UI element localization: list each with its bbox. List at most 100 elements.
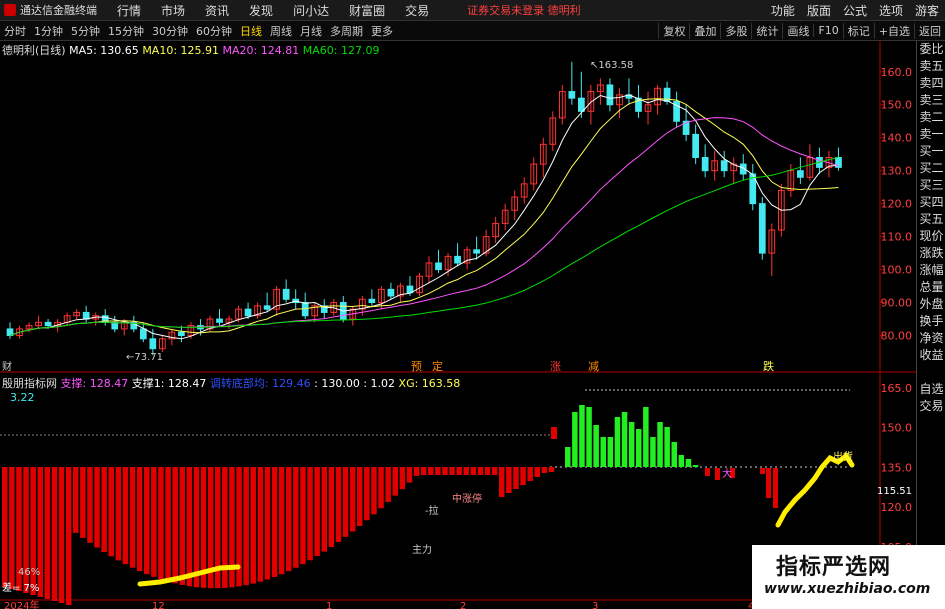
red-bar [349, 467, 356, 532]
red-bar [399, 467, 406, 490]
red-bar [314, 467, 320, 557]
red-bar-small [705, 468, 710, 476]
panel-earnings[interactable]: 收益 [917, 347, 945, 364]
red-bar-small [766, 468, 771, 498]
green-bar [685, 459, 692, 467]
ma20-line [9, 117, 839, 336]
candle-body [44, 321, 52, 327]
red-bar [193, 467, 200, 588]
date-label: 3 [592, 601, 598, 609]
panel-weibi[interactable]: 委比 [917, 41, 945, 58]
candle-body [368, 298, 376, 304]
panel-buy3[interactable]: 买三 [917, 177, 945, 194]
red-bar [264, 467, 271, 580]
green-bar [650, 437, 656, 467]
panel-zixuan[interactable]: 自选 [917, 381, 945, 398]
green-bar [593, 425, 599, 467]
panel-blank [917, 364, 945, 381]
signal-ding: 定 [432, 359, 443, 373]
red-bar [513, 467, 519, 489]
candle-body [758, 203, 766, 254]
panel-sell1[interactable]: 卖一 [917, 126, 945, 143]
red-bar [491, 467, 498, 475]
candle-body [473, 249, 480, 254]
red-bar [413, 467, 420, 476]
label-chuhuo: 出货 [833, 450, 853, 463]
label-la: -拉 [425, 504, 439, 517]
panel-sell4[interactable]: 卖四 [917, 75, 945, 92]
date-label: 1 [326, 601, 332, 609]
sub-y-label: 165.0 [881, 382, 913, 395]
ma20-value: MA20: 124.81 [222, 44, 300, 57]
panel-turnover[interactable]: 换手 [917, 313, 945, 330]
panel-outer[interactable]: 外盘 [917, 296, 945, 313]
indicator-label-3: 调转底部均: [209, 377, 269, 390]
red-bar [286, 467, 292, 572]
candle-body [216, 318, 223, 323]
green-bar [607, 437, 614, 467]
red-bar [293, 467, 299, 568]
red-bar [271, 467, 278, 578]
signal-die: 跌 [763, 359, 774, 373]
green-bar [692, 465, 699, 467]
label-zhongzhangting: 中涨停 [452, 492, 482, 505]
green-bar [678, 455, 685, 467]
panel-netasset[interactable]: 净资 [917, 330, 945, 347]
red-bar [428, 467, 434, 475]
xg-value: XG: 163.58 [398, 377, 461, 390]
red-bar [87, 467, 93, 543]
candle-body [606, 84, 614, 106]
date-label: 2 [460, 601, 466, 609]
panel-buy2[interactable]: 买二 [917, 160, 945, 177]
red-bar [420, 467, 427, 475]
green-bar [664, 427, 670, 467]
red-bar [136, 467, 143, 572]
panel-price[interactable]: 现价 [917, 228, 945, 245]
red-bar [484, 467, 491, 475]
panel-pct[interactable]: 涨幅 [917, 262, 945, 279]
red-bar [520, 467, 526, 485]
panel-volume[interactable]: 总量 [917, 279, 945, 296]
high-marker: ↖163.58 [590, 60, 633, 71]
red-bar-small [715, 468, 720, 480]
red-bar [477, 467, 484, 475]
panel-buy1[interactable]: 买一 [917, 143, 945, 160]
green-bar [565, 447, 571, 467]
ma5-value: MA5: 130.65 [69, 44, 139, 57]
red-bar [342, 467, 349, 537]
red-bar [58, 467, 65, 603]
indicator-value-5: : 1.02 [363, 377, 396, 390]
panel-change[interactable]: 涨跌 [917, 245, 945, 262]
red-bar [470, 467, 477, 475]
panel-sell5[interactable]: 卖五 [917, 58, 945, 75]
panel-buy4[interactable]: 买四 [917, 194, 945, 211]
watermark-url: www.xuezhibiao.com [764, 581, 931, 597]
watermark-title: 指标严选网 [776, 555, 892, 580]
panel-sell3[interactable]: 卖三 [917, 92, 945, 109]
panel-jiaoyi[interactable]: 交易 [917, 398, 945, 415]
red-bar [101, 467, 107, 553]
candle-body [178, 331, 185, 337]
red-bar [250, 467, 256, 584]
y-tick-label: 160.0 [881, 66, 913, 79]
red-bar [144, 467, 150, 575]
red-bar [73, 467, 79, 533]
kline-chart[interactable]: 160.0 150.0 140.0 130.0 120.0 110.0 100.0 90.00… [0, 0, 945, 609]
y-tick-label: 90.00 [881, 297, 913, 310]
green-bar [572, 412, 578, 467]
green-bar [579, 405, 585, 467]
candle-body [82, 311, 90, 320]
panel-buy5[interactable]: 买五 [917, 211, 945, 228]
signal-yu: 预 [411, 360, 422, 373]
ma5-line [9, 94, 839, 340]
candle-body [263, 305, 271, 310]
label-pct: 46% [18, 567, 40, 578]
red-bar [548, 467, 555, 472]
red-bar [122, 467, 129, 565]
candle-body [701, 156, 709, 172]
green-bar [621, 412, 628, 467]
y-tick-label: 110.0 [881, 231, 913, 244]
ma10-value: MA10: 125.91 [142, 44, 220, 57]
green-bar [628, 422, 635, 467]
panel-sell2[interactable]: 卖二 [917, 109, 945, 126]
